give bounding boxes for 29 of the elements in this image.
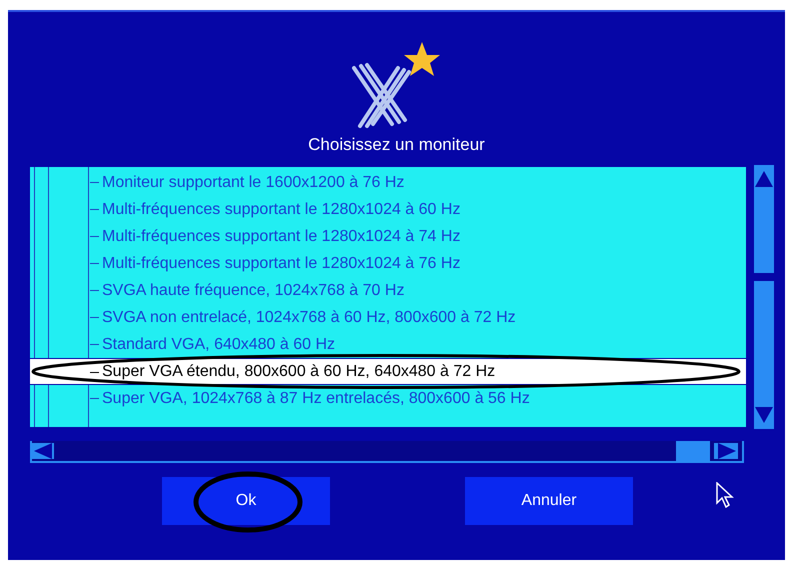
up-arrow-icon[interactable] [755, 171, 773, 187]
list-row[interactable]: Multi-fréquences supportant le 1280x1024 à 74 Hz [30, 223, 746, 250]
x-star-logo-icon [352, 40, 442, 130]
horizontal-scrollbar[interactable] [30, 441, 744, 463]
dialog-button[interactable]: Ok [162, 477, 330, 525]
monitor-name: SVGA haute fréquence, 1024x768 à 70 Hz [101, 282, 404, 298]
list-row[interactable]: Standard VGA, 640x480 à 60 Hz [30, 331, 746, 358]
monitor-name: Super VGA, 1024x768 à 87 Hz entrelacés, 800x600 à 56 Hz [101, 390, 530, 406]
list-row[interactable]: Super VGA étendu, 800x600 à 60 Hz, 640x480 à 72 Hz [30, 358, 746, 385]
left-arrow-icon[interactable] [32, 443, 54, 459]
scrollbar-thumb[interactable] [676, 441, 710, 461]
list-row[interactable]: Super VGA, 1024x768 à 87 Hz entrelacés, 800x600 à 56 Hz [30, 385, 746, 412]
down-arrow-icon[interactable] [755, 407, 773, 423]
dialog-title: Choisissez un moniteur [308, 134, 485, 156]
monitor-name: Standard VGA, 640x480 à 60 Hz [101, 336, 336, 352]
monitor-name: SVGA non entrelacé, 1024x768 à 60 Hz, 800x600 à 72 Hz [101, 310, 516, 326]
monitor-name: Multi-fréquences supportant le 1280x1024 à 74 Hz [101, 228, 460, 244]
monitor-name: Multi-fréquences supportant le 1280x1024 à 76 Hz [101, 256, 460, 272]
monitor-name: Super VGA étendu, 800x600 à 60 Hz, 640x480 à 72 Hz [101, 364, 496, 380]
list-row[interactable]: Moniteur supportant le 1600x1200 à 76 Hz [30, 169, 746, 196]
dialog-button[interactable]: Annuler [465, 477, 633, 525]
list-row[interactable]: Multi-fréquences supportant le 1280x1024 à 60 Hz [30, 196, 746, 223]
list-row[interactable]: Multi-fréquences supportant le 1280x1024 à 76 Hz [30, 250, 746, 277]
monitor-list[interactable] [28, 165, 748, 429]
mouse-pointer-icon [716, 482, 734, 508]
monitor-name: Moniteur supportant le 1600x1200 à 76 Hz [101, 174, 404, 190]
list-row[interactable]: SVGA non entrelacé, 1024x768 à 60 Hz, 800x600 à 72 Hz [30, 304, 746, 331]
monitor-name: Multi-fréquences supportant le 1280x1024 à 60 Hz [101, 202, 460, 218]
list-row[interactable]: SVGA haute fréquence, 1024x768 à 70 Hz [30, 277, 746, 304]
